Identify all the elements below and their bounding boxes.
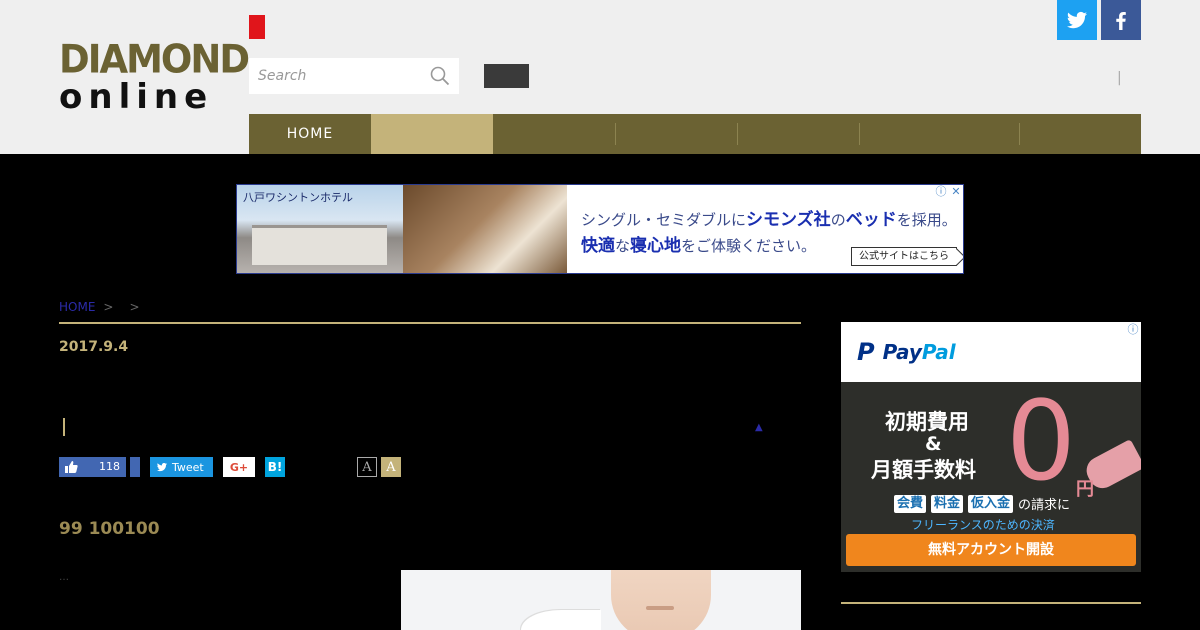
hotel-exterior-photo: 八戸ワシントンホテル	[237, 185, 403, 273]
facebook-like-button[interactable]: 118	[59, 457, 126, 477]
logo-text-online: online	[59, 77, 214, 117]
nav-item-3[interactable]	[493, 114, 615, 154]
banner-line-2: 快適な寝心地をご体験ください。	[581, 236, 817, 256]
nav-item-6[interactable]	[859, 114, 1019, 154]
site-logo[interactable]: DIAMOND online	[59, 36, 250, 117]
breadcrumb: HOME > >	[59, 300, 148, 314]
twitter-bird-icon	[1067, 11, 1087, 29]
thumbs-up-icon	[65, 461, 78, 473]
ad-info-icon[interactable]: ⓘ	[934, 185, 948, 199]
google-plus-button[interactable]: G+	[223, 457, 255, 477]
nav-item-7[interactable]	[1019, 114, 1141, 154]
hatena-bookmark-button[interactable]: B!	[265, 457, 285, 477]
breadcrumb-separator: >	[103, 300, 114, 314]
header-separator: |	[1117, 70, 1122, 86]
ad-info-icon[interactable]: ⓘ	[1126, 323, 1140, 337]
facebook-share-button[interactable]	[130, 457, 140, 477]
like-count: 118	[99, 460, 120, 473]
tags-suffix: の請求に	[1018, 498, 1071, 513]
ad-close-icon[interactable]: ✕	[949, 185, 963, 199]
hotel-room-photo	[403, 185, 567, 273]
article-date: 2017.9.4	[59, 339, 129, 355]
ad-subtext: フリーランスのための決済	[911, 518, 1055, 532]
article-subheading: 99 100100	[59, 519, 160, 539]
article-photo	[401, 570, 801, 630]
banner-line-1: シングル・セミダブルにシモンズ社のベッドを採用。	[581, 210, 957, 230]
article-top-rule	[59, 322, 801, 324]
twitter-button[interactable]	[1057, 0, 1097, 40]
nav-item-5[interactable]	[737, 114, 859, 154]
photo-face	[611, 570, 711, 630]
tweet-label: Tweet	[172, 460, 204, 474]
main-nav: HOME	[249, 114, 1141, 154]
sidebar-rule	[841, 602, 1141, 604]
hotel-building-shape	[252, 225, 387, 265]
tag-deposit: 仮入金	[968, 494, 1014, 513]
nav-home[interactable]: HOME	[249, 114, 371, 154]
twitter-bird-icon	[157, 462, 167, 472]
facebook-f-icon	[1116, 12, 1126, 30]
photo-shoulder	[521, 610, 601, 630]
title-accent-bar	[63, 418, 65, 436]
search-box	[249, 58, 459, 94]
paypal-wordmark: PayPal	[882, 340, 956, 364]
paypal-logo-area: P PayPal ⓘ	[841, 322, 1141, 382]
logo-text-diamond: DIAMOND	[59, 36, 250, 83]
search-icon[interactable]	[430, 66, 450, 86]
tag-membership: 会費	[894, 494, 927, 513]
ad-line-monthly-fee: 月額手数料	[871, 458, 976, 482]
zero-yen-number: 0	[1006, 377, 1076, 505]
search-input[interactable]	[249, 58, 419, 94]
banner-ad[interactable]: 八戸ワシントンホテル シングル・セミダブルにシモンズ社のベッドを採用。 快適な寝…	[236, 184, 964, 274]
site-header: DIAMOND online | HOME	[0, 0, 1200, 154]
paypal-p-icon: P	[857, 338, 875, 366]
font-size-small-button[interactable]: A	[357, 457, 377, 477]
ad-yen: 円	[1076, 479, 1094, 500]
photo-mouth	[646, 606, 674, 610]
nav-item-2[interactable]	[371, 114, 493, 154]
open-free-account-button[interactable]: 無料アカウント開設	[846, 534, 1136, 566]
hotel-name: 八戸ワシントンホテル	[243, 191, 353, 204]
ad-tags: 会費 料金 仮入金 の請求に	[894, 494, 1070, 513]
font-size-large-button[interactable]: A	[381, 457, 401, 477]
banner-cta-button[interactable]: 公式サイトはこちら	[851, 247, 957, 266]
article-ellipsis: …	[59, 572, 69, 583]
facebook-button[interactable]	[1101, 0, 1141, 40]
paypal-sidebar-ad[interactable]: P PayPal ⓘ 0 初期費用 & 月額手数料 円 会費 料金 仮入金 の請…	[841, 322, 1141, 572]
tweet-button[interactable]: Tweet	[150, 457, 213, 477]
nav-item-4[interactable]	[615, 114, 737, 154]
breadcrumb-home-link[interactable]: HOME	[59, 300, 95, 314]
breadcrumb-separator: >	[129, 300, 140, 314]
red-marker	[249, 15, 265, 39]
paypal-logo: P PayPal	[857, 338, 956, 366]
ad-line-initial-fee: 初期費用	[885, 410, 969, 434]
triangle-up-icon[interactable]: ▲	[755, 422, 763, 433]
tag-fee: 料金	[931, 494, 964, 513]
search-submit-button[interactable]	[484, 64, 529, 88]
ad-ampersand: &	[925, 433, 942, 455]
